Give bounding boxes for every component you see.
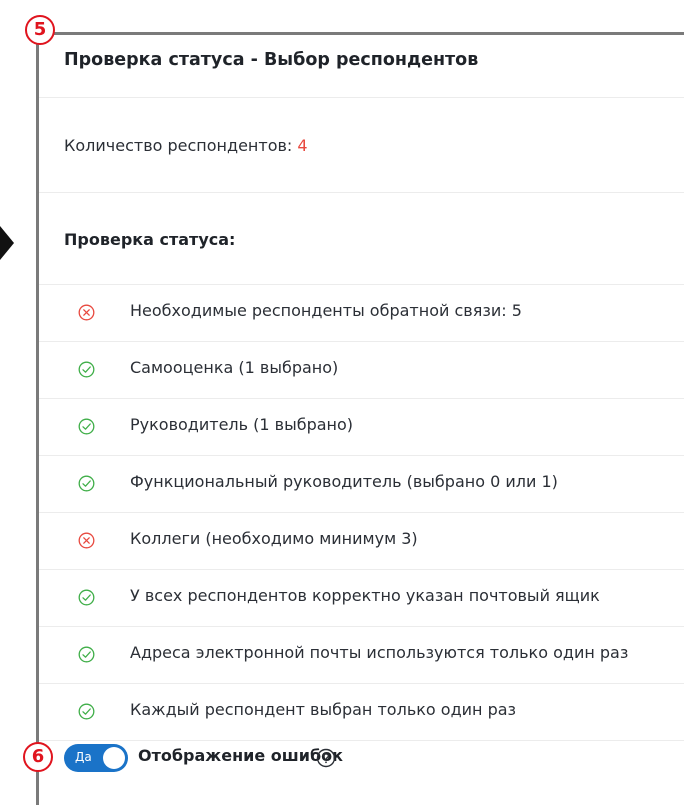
- toggle-knob: [103, 747, 125, 769]
- divider: [39, 398, 684, 399]
- status-check-row: Функциональный руководитель (выбрано 0 и…: [39, 455, 684, 512]
- check-circle-icon: [78, 703, 95, 720]
- divider: [39, 626, 684, 627]
- divider: [39, 512, 684, 513]
- status-check-label: У всех респондентов корректно указан поч…: [130, 586, 600, 605]
- check-circle-icon: [78, 589, 95, 606]
- status-check-label: Коллеги (необходимо минимум 3): [130, 529, 418, 548]
- error-circle-icon: [78, 532, 95, 549]
- check-circle-icon: [78, 361, 95, 378]
- pointer-arrow-icon: [0, 226, 14, 260]
- divider: [39, 683, 684, 684]
- check-circle-icon: [78, 646, 95, 663]
- status-check-row: Коллеги (необходимо минимум 3): [39, 512, 684, 569]
- toggle-on-label: Да: [75, 750, 92, 764]
- status-check-row: Необходимые респонденты обратной связи: …: [39, 284, 684, 341]
- status-check-row: Самооценка (1 выбрано): [39, 341, 684, 398]
- panel-title: Проверка статуса - Выбор респондентов: [64, 50, 479, 70]
- status-check-label: Адреса электронной почты используются то…: [130, 643, 629, 662]
- status-check-row: У всех респондентов корректно указан поч…: [39, 569, 684, 626]
- divider: [39, 740, 684, 741]
- status-heading: Проверка статуса:: [64, 230, 236, 249]
- divider: [39, 341, 684, 342]
- status-check-label: Функциональный руководитель (выбрано 0 и…: [130, 472, 558, 491]
- check-circle-icon: [78, 475, 95, 492]
- respondent-count-value: 4: [297, 136, 308, 155]
- callout-badge-6: 6: [23, 742, 53, 772]
- divider: [39, 284, 684, 285]
- check-circle-icon: [78, 418, 95, 435]
- respondent-count: Количество респондентов: 4: [64, 136, 308, 155]
- help-icon[interactable]: [316, 748, 336, 768]
- divider: [39, 569, 684, 570]
- status-check-row: Адреса электронной почты используются то…: [39, 626, 684, 683]
- status-check-row: Каждый респондент выбран только один раз: [39, 683, 684, 740]
- divider: [39, 97, 684, 98]
- status-check-label: Руководитель (1 выбрано): [130, 415, 354, 434]
- status-check-row: Руководитель (1 выбрано): [39, 398, 684, 455]
- status-check-label: Каждый респондент выбран только один раз: [130, 700, 517, 719]
- callout-badge-5: 5: [25, 15, 55, 45]
- frame-top-line: [36, 32, 684, 35]
- status-check-label: Самооценка (1 выбрано): [130, 358, 339, 377]
- divider: [39, 455, 684, 456]
- respondent-count-label: Количество респондентов:: [64, 136, 298, 155]
- divider: [39, 192, 684, 193]
- status-check-label: Необходимые респонденты обратной связи: …: [130, 301, 522, 320]
- show-errors-label: Отображение ошибок: [138, 746, 343, 765]
- show-errors-toggle[interactable]: Да: [64, 744, 128, 772]
- error-circle-icon: [78, 304, 95, 321]
